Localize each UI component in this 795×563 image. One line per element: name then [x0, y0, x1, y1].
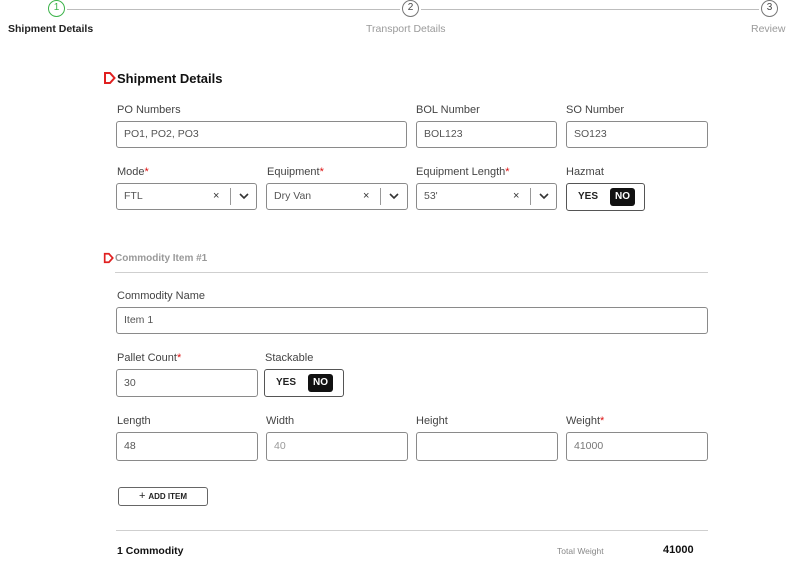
so-number-input[interactable]: SO123	[566, 121, 708, 148]
weight-label: Weight*	[566, 415, 605, 427]
mode-select[interactable]: FTL ×	[116, 183, 257, 210]
step-1-label[interactable]: Shipment Details	[8, 23, 93, 35]
width-input[interactable]: 40	[266, 432, 408, 461]
commodity-count: 1 Commodity	[117, 545, 184, 557]
location-marker-icon	[104, 72, 116, 84]
width-label: Width	[266, 415, 295, 427]
stackable-toggle[interactable]: YES NO	[264, 369, 344, 397]
section-title-commodity: Commodity Item #1	[115, 253, 208, 264]
hazmat-label: Hazmat	[566, 166, 604, 178]
step-3-circle[interactable]: 3	[761, 0, 778, 17]
stackable-label: Stackable	[265, 352, 314, 364]
select-divider	[380, 188, 381, 205]
step-connector	[67, 9, 400, 10]
equipment-length-label: Equipment Length*	[416, 166, 510, 178]
step-1-circle[interactable]: 1	[48, 0, 65, 17]
pallet-count-label: Pallet Count*	[117, 352, 182, 364]
commodity-name-input[interactable]: Item 1	[116, 307, 708, 334]
so-number-label: SO Number	[566, 104, 625, 116]
step-2-circle[interactable]: 2	[402, 0, 419, 17]
commodity-name-label: Commodity Name	[117, 290, 206, 302]
equipment-length-value: 53'	[424, 190, 438, 202]
equipment-label: Equipment*	[267, 166, 324, 178]
step-connector	[421, 9, 759, 10]
add-item-label: ADD ITEM	[148, 492, 188, 501]
mode-value: FTL	[124, 190, 143, 202]
total-weight-value: 41000	[663, 544, 694, 556]
location-marker-icon	[103, 252, 114, 264]
clear-icon[interactable]: ×	[213, 184, 219, 209]
equipment-value: Dry Van	[274, 190, 312, 202]
length-input[interactable]: 48	[116, 432, 258, 461]
plus-icon: +	[138, 490, 146, 502]
po-numbers-input[interactable]: PO1, PO2, PO3	[116, 121, 407, 148]
select-divider	[230, 188, 231, 205]
equipment-select[interactable]: Dry Van ×	[266, 183, 408, 210]
step-3-label[interactable]: Review	[751, 23, 785, 35]
summary-divider	[116, 530, 708, 531]
section-title-shipment: Shipment Details	[117, 71, 223, 86]
chevron-down-icon[interactable]	[388, 191, 400, 201]
mode-label: Mode*	[117, 166, 149, 178]
section-divider	[115, 272, 708, 273]
po-numbers-label: PO Numbers	[117, 104, 181, 116]
bol-number-label: BOL Number	[416, 104, 480, 116]
height-label: Height	[416, 415, 448, 427]
step-2-label[interactable]: Transport Details	[366, 23, 446, 35]
clear-icon[interactable]: ×	[513, 184, 519, 209]
stackable-yes-option[interactable]: YES	[276, 370, 296, 396]
height-input[interactable]	[416, 432, 558, 461]
stackable-no-option[interactable]: NO	[308, 374, 333, 392]
pallet-count-input[interactable]: 30	[116, 369, 258, 397]
clear-icon[interactable]: ×	[363, 184, 369, 209]
add-item-button[interactable]: + ADD ITEM	[118, 487, 208, 506]
length-label: Length	[117, 415, 151, 427]
chevron-down-icon[interactable]	[538, 191, 550, 201]
equipment-length-select[interactable]: 53' ×	[416, 183, 557, 210]
hazmat-yes-option[interactable]: YES	[578, 184, 598, 210]
chevron-down-icon[interactable]	[238, 191, 250, 201]
hazmat-no-option[interactable]: NO	[610, 188, 635, 206]
select-divider	[530, 188, 531, 205]
bol-number-input[interactable]: BOL123	[416, 121, 557, 148]
weight-input[interactable]: 41000	[566, 432, 708, 461]
total-weight-label: Total Weight	[557, 546, 604, 556]
hazmat-toggle[interactable]: YES NO	[566, 183, 645, 211]
